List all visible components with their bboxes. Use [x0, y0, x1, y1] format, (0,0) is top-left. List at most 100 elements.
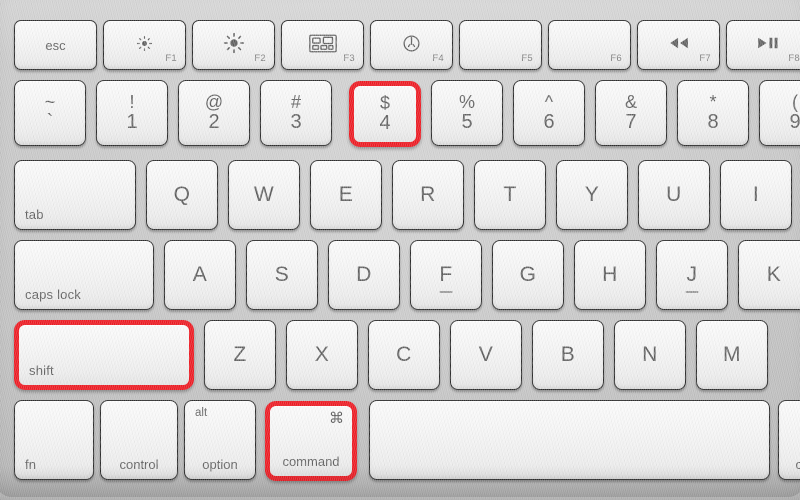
key-shift-symbol: ~: [44, 91, 56, 112]
key-6[interactable]: ^ 6: [513, 80, 585, 146]
key-f6[interactable]: F6: [548, 20, 631, 70]
key-legend-stack: @ 2: [179, 81, 249, 145]
key-fn[interactable]: fn: [14, 400, 94, 480]
home-row-bump: [439, 291, 453, 293]
key-primary-legend: 9: [789, 111, 800, 134]
key-alt-legend: alt: [195, 407, 208, 419]
key-legend-stack: % 5: [432, 81, 502, 145]
key-k[interactable]: K: [738, 240, 800, 310]
key-shift-symbol: %: [458, 91, 475, 112]
key-a[interactable]: A: [164, 240, 236, 310]
key-tab[interactable]: tab: [14, 160, 136, 230]
key-legend-stack: ^ 6: [514, 81, 584, 145]
key-primary-legend: 3: [290, 111, 302, 134]
key-1[interactable]: ! 1: [96, 80, 168, 146]
key-label: control: [119, 457, 159, 472]
key-9[interactable]: ( 9: [759, 80, 800, 146]
key-esc[interactable]: esc: [14, 20, 97, 70]
key-label: K: [766, 263, 782, 286]
key-shift-symbol: !: [129, 91, 135, 112]
key-shift-symbol: @: [204, 91, 224, 112]
key-s[interactable]: S: [246, 240, 318, 310]
key-legend-stack: ( 9: [760, 81, 800, 145]
key-label: D: [356, 263, 372, 286]
key-5[interactable]: % 5: [431, 80, 503, 146]
key-n[interactable]: N: [614, 320, 686, 390]
fn-key-number: F2: [254, 53, 266, 64]
key-label: R: [420, 183, 436, 206]
key-control[interactable]: control: [100, 400, 178, 480]
key-j[interactable]: J: [656, 240, 728, 310]
key-f4[interactable]: F4: [370, 20, 453, 70]
key-shift-symbol: ^: [544, 91, 554, 112]
key-label: X: [314, 343, 330, 366]
key-backtick[interactable]: ~ `: [14, 80, 86, 146]
key-label: V: [478, 343, 494, 366]
key-t[interactable]: T: [474, 160, 546, 230]
key-z[interactable]: Z: [204, 320, 276, 390]
key-shift-symbol: (: [792, 91, 798, 112]
key-shift-symbol: &: [624, 91, 637, 112]
key-2[interactable]: @ 2: [178, 80, 250, 146]
key-h[interactable]: H: [574, 240, 646, 310]
key-primary-legend: `: [46, 111, 54, 134]
key-primary-legend: 6: [543, 111, 555, 134]
key-primary-legend: 2: [208, 111, 220, 134]
key-e[interactable]: E: [310, 160, 382, 230]
key-command-right[interactable]: ⌘command: [778, 400, 800, 480]
key-command-left[interactable]: ⌘ command: [265, 401, 357, 481]
key-x[interactable]: X: [286, 320, 358, 390]
key-legend-stack: $ 4: [354, 86, 416, 142]
key-label: A: [192, 263, 208, 286]
key-label: W: [253, 183, 275, 206]
command-symbol-icon: ⌘: [329, 410, 344, 427]
key-f8[interactable]: F8: [726, 20, 800, 70]
fn-key-number: F3: [343, 53, 355, 64]
key-label: Y: [584, 183, 600, 206]
key-legend-stack: ! 1: [97, 81, 167, 145]
key-space[interactable]: [369, 400, 770, 480]
key-label: C: [396, 343, 412, 366]
key-3[interactable]: # 3: [260, 80, 332, 146]
key-primary-legend: 4: [379, 112, 391, 135]
key-shift-symbol: #: [290, 91, 301, 112]
key-label: T: [503, 183, 517, 206]
key-shift-symbol: $: [379, 92, 390, 113]
key-g[interactable]: G: [492, 240, 564, 310]
key-label: esc: [45, 37, 66, 53]
key-primary-legend: 5: [461, 111, 473, 134]
key-label: E: [338, 183, 354, 206]
key-shift[interactable]: shift: [14, 320, 194, 390]
key-8[interactable]: * 8: [677, 80, 749, 146]
key-d[interactable]: D: [328, 240, 400, 310]
fn-key-number: F7: [699, 53, 711, 64]
key-f[interactable]: F: [410, 240, 482, 310]
key-y[interactable]: Y: [556, 160, 628, 230]
key-b[interactable]: B: [532, 320, 604, 390]
key-label: fn: [25, 457, 37, 472]
key-w[interactable]: W: [228, 160, 300, 230]
key-legend-stack: & 7: [596, 81, 666, 145]
key-4[interactable]: $ 4: [349, 81, 421, 147]
key-shift-symbol: *: [709, 91, 717, 112]
key-v[interactable]: V: [450, 320, 522, 390]
key-f3[interactable]: F3: [281, 20, 364, 70]
key-f2[interactable]: F2: [192, 20, 275, 70]
key-option[interactable]: alt option: [184, 400, 256, 480]
key-q[interactable]: Q: [146, 160, 218, 230]
key-capslock[interactable]: caps lock: [14, 240, 154, 310]
key-f7[interactable]: F7: [637, 20, 720, 70]
key-label: caps lock: [25, 287, 81, 302]
key-f5[interactable]: F5: [459, 20, 542, 70]
key-label: J: [686, 263, 698, 286]
key-i[interactable]: I: [720, 160, 792, 230]
key-7[interactable]: & 7: [595, 80, 667, 146]
key-label: command: [779, 457, 800, 472]
key-r[interactable]: R: [392, 160, 464, 230]
key-c[interactable]: C: [368, 320, 440, 390]
key-label: command: [282, 454, 340, 469]
key-u[interactable]: U: [638, 160, 710, 230]
key-m[interactable]: M: [696, 320, 768, 390]
key-f1[interactable]: F1: [103, 20, 186, 70]
fn-key-number: F4: [432, 53, 444, 64]
